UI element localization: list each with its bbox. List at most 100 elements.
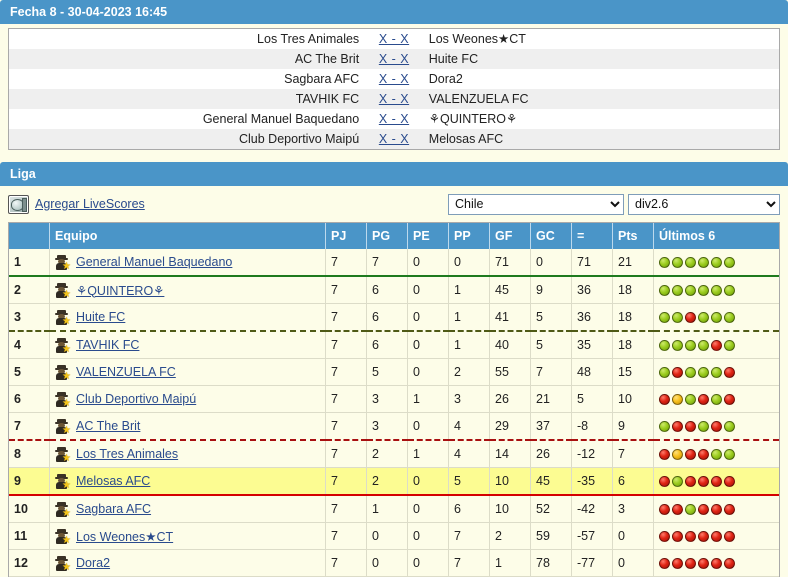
standings-column-header[interactable]: Pts — [612, 223, 654, 249]
form-result-dot[interactable] — [724, 420, 735, 432]
form-result-dot[interactable] — [685, 503, 696, 515]
team-name-link[interactable]: Huite FC — [76, 310, 125, 324]
standings-column-header[interactable]: PP — [448, 223, 490, 249]
standings-column-header[interactable]: = — [571, 223, 613, 249]
fixture-score-link[interactable]: X - X — [379, 52, 409, 66]
form-result-dot[interactable] — [698, 503, 709, 515]
form-result-dot[interactable] — [685, 339, 696, 351]
form-result-dot[interactable] — [685, 530, 696, 542]
form-result-dot[interactable] — [672, 284, 683, 296]
division-select[interactable]: div2.6 — [628, 193, 780, 215]
form-result-dot[interactable] — [698, 475, 709, 487]
form-result-dot[interactable] — [659, 530, 670, 542]
team-name-link[interactable]: General Manuel Baquedano — [76, 255, 232, 269]
team-name-link[interactable]: AC The Brit — [76, 419, 140, 433]
form-result-dot[interactable] — [698, 530, 709, 542]
team-name-link[interactable]: Los Weones★CT — [76, 529, 173, 544]
form-result-dot[interactable] — [685, 420, 696, 432]
form-result-dot[interactable] — [685, 557, 696, 569]
form-result-dot[interactable] — [711, 284, 722, 296]
form-result-dot[interactable] — [685, 284, 696, 296]
form-result-dot[interactable] — [724, 530, 735, 542]
team-name-link[interactable]: ⚘QUINTERO⚘ — [76, 283, 164, 298]
form-result-dot[interactable] — [724, 311, 735, 323]
form-result-dot[interactable] — [724, 503, 735, 515]
country-select[interactable]: Chile — [448, 193, 624, 215]
form-result-dot[interactable] — [659, 475, 670, 487]
team-name-link[interactable]: TAVHIK FC — [76, 338, 139, 352]
form-result-dot[interactable] — [698, 311, 709, 323]
form-result-dot[interactable] — [711, 448, 722, 460]
form-result-dot[interactable] — [711, 475, 722, 487]
form-result-dot[interactable] — [698, 448, 709, 460]
team-name-link[interactable]: Sagbara AFC — [76, 502, 151, 516]
form-result-dot[interactable] — [672, 503, 683, 515]
form-result-dot[interactable] — [672, 448, 683, 460]
form-result-dot[interactable] — [685, 475, 696, 487]
form-result-dot[interactable] — [711, 530, 722, 542]
form-result-dot[interactable] — [685, 366, 696, 378]
form-result-dot[interactable] — [698, 557, 709, 569]
standings-column-header[interactable]: Últimos 6 — [653, 223, 779, 249]
form-result-dot[interactable] — [711, 256, 722, 268]
fixture-score-link[interactable]: X - X — [379, 92, 409, 106]
fixture-score-link[interactable]: X - X — [379, 132, 409, 146]
team-name-link[interactable]: Dora2 — [76, 556, 110, 570]
form-result-dot[interactable] — [698, 366, 709, 378]
standings-column-header[interactable]: PJ — [325, 223, 367, 249]
standings-column-header[interactable]: PE — [407, 223, 449, 249]
form-result-dot[interactable] — [672, 311, 683, 323]
form-result-dot[interactable] — [724, 366, 735, 378]
standings-column-header[interactable] — [9, 223, 50, 249]
form-result-dot[interactable] — [672, 366, 683, 378]
standings-column-header[interactable]: GC — [530, 223, 572, 249]
standings-column-header[interactable]: Equipo — [49, 223, 326, 249]
form-result-dot[interactable] — [659, 366, 670, 378]
form-result-dot[interactable] — [698, 420, 709, 432]
form-result-dot[interactable] — [672, 256, 683, 268]
form-result-dot[interactable] — [672, 475, 683, 487]
team-name-link[interactable]: Melosas AFC — [76, 474, 150, 488]
form-result-dot[interactable] — [659, 393, 670, 405]
fixture-score-link[interactable]: X - X — [379, 32, 409, 46]
form-result-dot[interactable] — [711, 339, 722, 351]
form-result-dot[interactable] — [698, 393, 709, 405]
form-result-dot[interactable] — [672, 420, 683, 432]
form-result-dot[interactable] — [672, 339, 683, 351]
form-result-dot[interactable] — [711, 366, 722, 378]
form-result-dot[interactable] — [685, 393, 696, 405]
form-result-dot[interactable] — [724, 256, 735, 268]
form-result-dot[interactable] — [698, 284, 709, 296]
form-result-dot[interactable] — [659, 256, 670, 268]
form-result-dot[interactable] — [698, 256, 709, 268]
form-result-dot[interactable] — [724, 448, 735, 460]
team-name-link[interactable]: VALENZUELA FC — [76, 365, 176, 379]
form-result-dot[interactable] — [672, 393, 683, 405]
form-result-dot[interactable] — [724, 557, 735, 569]
add-livescores-link[interactable]: Agregar LiveScores — [35, 197, 145, 211]
form-result-dot[interactable] — [672, 530, 683, 542]
form-result-dot[interactable] — [724, 339, 735, 351]
form-result-dot[interactable] — [672, 557, 683, 569]
form-result-dot[interactable] — [659, 448, 670, 460]
team-name-link[interactable]: Club Deportivo Maipú — [76, 392, 196, 406]
form-result-dot[interactable] — [659, 311, 670, 323]
form-result-dot[interactable] — [711, 503, 722, 515]
fixture-score-link[interactable]: X - X — [379, 72, 409, 86]
form-result-dot[interactable] — [685, 311, 696, 323]
form-result-dot[interactable] — [724, 475, 735, 487]
form-result-dot[interactable] — [659, 339, 670, 351]
fixture-score-link[interactable]: X - X — [379, 112, 409, 126]
standings-column-header[interactable]: GF — [489, 223, 531, 249]
form-result-dot[interactable] — [724, 393, 735, 405]
form-result-dot[interactable] — [711, 420, 722, 432]
form-result-dot[interactable] — [659, 420, 670, 432]
form-result-dot[interactable] — [659, 284, 670, 296]
form-result-dot[interactable] — [711, 393, 722, 405]
team-name-link[interactable]: Los Tres Animales — [76, 447, 178, 461]
form-result-dot[interactable] — [659, 503, 670, 515]
form-result-dot[interactable] — [685, 256, 696, 268]
form-result-dot[interactable] — [698, 339, 709, 351]
form-result-dot[interactable] — [711, 311, 722, 323]
television-icon[interactable] — [8, 194, 29, 214]
